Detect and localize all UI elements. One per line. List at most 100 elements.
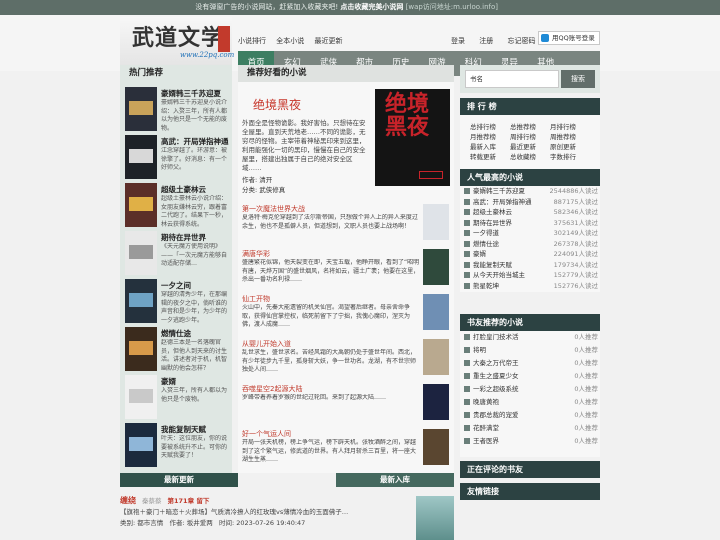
rec-name[interactable]: 晚唐黄袍 <box>473 397 499 407</box>
hot-item-title[interactable]: 高武：开局弹指神通 <box>161 136 229 147</box>
rank-link[interactable]: 字数排行 <box>550 151 576 161</box>
featured-title[interactable]: 绝境黑夜 <box>253 96 301 113</box>
hot-item-title[interactable]: 燃情仕途 <box>161 328 191 339</box>
rec-item[interactable]: 将明 0人推荐 <box>460 345 600 355</box>
rank-link[interactable]: 原创更新 <box>550 141 576 151</box>
rec-name[interactable]: 将明 <box>473 345 486 355</box>
rec-item[interactable]: 一彩之超级系统 0人推荐 <box>460 384 600 394</box>
rank-link[interactable]: 转载更新 <box>470 151 496 161</box>
featured-cover[interactable]: 绝境黑夜 <box>375 89 450 186</box>
popular-item[interactable]: 从今天开始当城主 152779人读过 <box>460 270 600 280</box>
popular-item[interactable]: 豪婿韩三千苏迎夏 2544886人读过 <box>460 186 600 196</box>
hot-item[interactable]: 期待在异世界 《天元魔方使用说明》——「一次元魔方能够自动适配存储… <box>125 231 232 278</box>
rec-item[interactable]: 重生之盛夏少女 0人推荐 <box>460 371 600 381</box>
hot-item[interactable]: 一夕之间 穿越的清秀少年，在那编辑的夜夕之中，倘听谁的声音和是少年，为少年的一夕… <box>125 279 232 326</box>
rec-item[interactable]: 花醉满堂 0人推荐 <box>460 423 600 433</box>
rank-link[interactable]: 总排行榜 <box>470 121 496 131</box>
hot-item-title[interactable]: 豪婿韩三千苏迎夏 <box>161 88 221 99</box>
update-category[interactable]: 都市言情 <box>137 519 163 527</box>
rank-link[interactable]: 周排行榜 <box>510 131 536 141</box>
update-cover[interactable] <box>416 496 454 540</box>
link-recent[interactable]: 最近更新 <box>314 37 342 45</box>
hot-item-title[interactable]: 超级土豪林云 <box>161 184 206 195</box>
update-chapter[interactable]: 第171章 留下 <box>168 497 210 505</box>
site-logo[interactable]: 武道文学 www.22pq.com <box>120 17 234 68</box>
rank-link[interactable]: 总推荐榜 <box>510 121 536 131</box>
rank-link[interactable]: 月推荐榜 <box>470 131 496 141</box>
rank-link[interactable]: 周推荐榜 <box>550 131 576 141</box>
recommend-cover[interactable] <box>423 429 449 465</box>
rec-name[interactable]: 贵郡总裁的宠爱 <box>473 410 519 420</box>
recommend-item-title[interactable]: 满唐华彩 <box>242 249 270 259</box>
popular-item[interactable]: 燃情仕途 267378人读过 <box>460 239 600 249</box>
link-rank[interactable]: 小说排行 <box>238 37 266 45</box>
rec-name[interactable]: 打脸皇门技术活 <box>473 332 519 342</box>
featured-category[interactable]: 武侠修真 <box>259 186 285 194</box>
recommend-item-title[interactable]: 第一次魔法世界大战 <box>242 204 305 214</box>
rec-item[interactable]: 王者医界 0人推荐 <box>460 436 600 446</box>
popular-item[interactable]: 我能复制天赋 179734人读过 <box>460 260 600 270</box>
rank-link[interactable]: 总收藏榜 <box>510 151 536 161</box>
popular-name[interactable]: 豪婿 <box>473 249 486 259</box>
rec-item[interactable]: 打脸皇门技术活 0人推荐 <box>460 332 600 342</box>
hot-item[interactable]: 超级土豪林云 超级土豪林云小说介绍：女朋友嫌林云穷，跟着富二代跑了。结果下一秒，… <box>125 183 232 230</box>
bookmark-link[interactable]: 点击收藏完美小说网 <box>340 3 403 11</box>
recommend-cover[interactable] <box>423 339 449 375</box>
hot-item-title[interactable]: 我能复制天赋 <box>161 424 206 435</box>
popular-item[interactable]: 熊星乾坤 152776人读过 <box>460 281 600 291</box>
popular-name[interactable]: 从今天开始当城主 <box>473 270 525 280</box>
hot-item-title[interactable]: 豪婿 <box>161 376 176 387</box>
recommend-cover[interactable] <box>423 204 449 240</box>
hot-item[interactable]: 我能复制天赋 叶天：这位朋友，你的说要被系统升不止。可你的天赋我要了！ <box>125 423 232 470</box>
hot-item[interactable]: 豪婿韩三千苏迎夏 豪婿韩三千苏迎夏小说介绍：入赘三年，所有人都以为他只是一个无能… <box>125 87 232 134</box>
rec-item[interactable]: 晚唐黄袍 0人推荐 <box>460 397 600 407</box>
hot-item[interactable]: 燃情仕途 赵德三本是一名落魄官员，但他人到天来的讨生活。讲述者对于机，机智幽默的… <box>125 327 232 374</box>
popular-name[interactable]: 熊星乾坤 <box>473 281 499 291</box>
popular-name[interactable]: 燃情仕途 <box>473 239 499 249</box>
search-button[interactable]: 搜索 <box>561 70 595 88</box>
recommend-item-title[interactable]: 好一个气运人间 <box>242 429 291 439</box>
rank-link[interactable]: 最新入库 <box>470 141 496 151</box>
register-link[interactable]: 注册 <box>479 37 493 45</box>
recommend-cover[interactable] <box>423 249 449 285</box>
rec-name[interactable]: 王者医界 <box>473 436 499 446</box>
popular-item[interactable]: 豪婿 224091人读过 <box>460 249 600 259</box>
update-author[interactable]: 秦蔡蔡 <box>142 497 162 505</box>
rec-name[interactable]: 重生之盛夏少女 <box>473 371 519 381</box>
hot-item-title[interactable]: 期待在异世界 <box>161 232 206 243</box>
popular-name[interactable]: 豪婿韩三千苏迎夏 <box>473 186 525 196</box>
popular-name[interactable]: 一夕得道 <box>473 228 499 238</box>
popular-item[interactable]: 超级土豪林云 582346人读过 <box>460 207 600 217</box>
tab-latest-added[interactable]: 最新入库 <box>336 473 454 487</box>
rec-name[interactable]: 花醉满堂 <box>473 423 499 433</box>
popular-name[interactable]: 超级土豪林云 <box>473 207 512 217</box>
recommend-cover[interactable] <box>423 294 449 330</box>
rec-name[interactable]: 大秦之万代帝王 <box>473 358 519 368</box>
hot-item[interactable]: 豪婿 入赘三年，所有人都以为他只是个废物。 <box>125 375 232 422</box>
search-input[interactable]: 书名 <box>465 70 559 88</box>
recommend-item[interactable]: 好一个气运人间 开局一张天机榜，榜上争气运，榜下辟天机。张牧酒醉之间，穿越到了这… <box>242 429 450 475</box>
rec-name[interactable]: 一彩之超级系统 <box>473 384 519 394</box>
recommend-item-title[interactable]: 仙工开物 <box>242 294 270 304</box>
rank-link[interactable]: 月排行榜 <box>550 121 576 131</box>
popular-name[interactable]: 高武：开局弹指神通 <box>473 197 532 207</box>
tab-latest-update[interactable]: 最新更新 <box>120 473 238 487</box>
popular-name[interactable]: 期待在异世界 <box>473 218 512 228</box>
recommend-item-title[interactable]: 吞噬星空2起源大陆 <box>242 384 302 394</box>
featured-author[interactable]: 清开 <box>259 176 272 184</box>
popular-name[interactable]: 我能复制天赋 <box>473 260 512 270</box>
rec-item[interactable]: 大秦之万代帝王 0人推荐 <box>460 358 600 368</box>
recommend-cover[interactable] <box>423 384 449 420</box>
popular-item[interactable]: 高武：开局弹指神通 887175人读过 <box>460 197 600 207</box>
rec-item[interactable]: 贵郡总裁的宠爱 0人推荐 <box>460 410 600 420</box>
login-link[interactable]: 登录 <box>451 37 465 45</box>
recommend-item-title[interactable]: 从婴儿开始入道 <box>242 339 291 349</box>
popular-item[interactable]: 一夕得道 302149人读过 <box>460 228 600 238</box>
hot-item[interactable]: 高武：开局弹指神通 江念穿越了。环游意：被徐擎了。好消息：有一个好师父。 <box>125 135 232 182</box>
link-complete[interactable]: 全本小说 <box>276 37 304 45</box>
qq-login-button[interactable]: 用QQ账号登录 <box>538 31 600 45</box>
update-title[interactable]: 缠绕 <box>120 496 136 505</box>
forgot-password-link[interactable]: 忘记密码 <box>507 37 535 45</box>
popular-item[interactable]: 期待在异世界 375631人读过 <box>460 218 600 228</box>
rank-link[interactable]: 最近更新 <box>510 141 536 151</box>
